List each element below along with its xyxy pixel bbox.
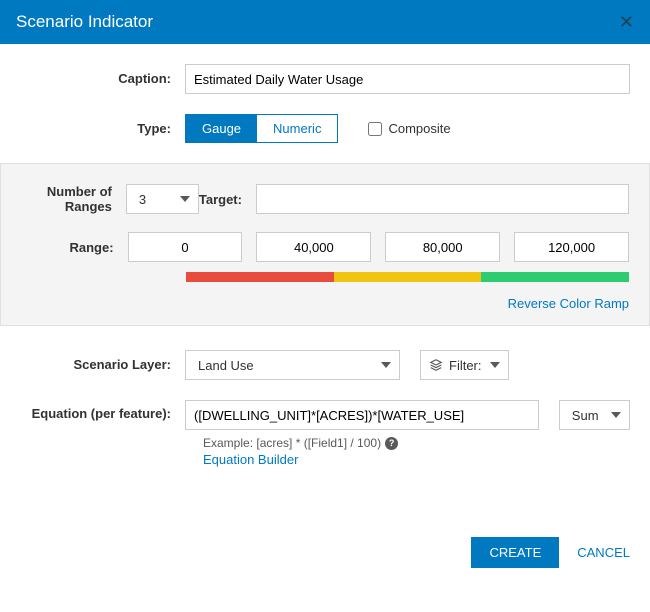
type-label: Type: (20, 121, 185, 137)
dialog-title: Scenario Indicator (16, 12, 153, 32)
type-row: Type: Gauge Numeric Composite (20, 114, 630, 143)
caption-label: Caption: (20, 71, 185, 87)
type-toggle-group: Gauge Numeric (185, 114, 338, 143)
chevron-down-icon (180, 196, 190, 202)
caption-row: Caption: (20, 64, 630, 94)
equation-example: Example: [acres] * ([Field1] / 100) ? (203, 436, 630, 450)
help-icon[interactable]: ? (385, 437, 398, 450)
composite-label: Composite (388, 121, 450, 136)
filter-button[interactable]: Filter: (420, 350, 509, 380)
close-icon[interactable]: ✕ (619, 13, 634, 31)
reverse-color-ramp-link[interactable]: Reverse Color Ramp (21, 296, 629, 311)
dialog-header: Scenario Indicator ✕ (0, 0, 650, 44)
equation-input[interactable] (185, 400, 539, 430)
dialog-content: Caption: Type: Gauge Numeric Composite N… (0, 44, 650, 537)
type-numeric-button[interactable]: Numeric (257, 115, 337, 142)
target-input[interactable] (256, 184, 629, 214)
ranges-panel: Number of Ranges 3 Target: Range: (0, 163, 650, 326)
num-ranges-label: Number of Ranges (21, 184, 126, 214)
range-inputs (128, 232, 629, 262)
equation-builder-link[interactable]: Equation Builder (203, 452, 630, 467)
cancel-button[interactable]: CANCEL (577, 545, 630, 560)
dialog-footer: CREATE CANCEL (0, 537, 650, 588)
type-gauge-button[interactable]: Gauge (186, 115, 257, 142)
num-ranges-select[interactable]: 3 (126, 184, 199, 214)
layers-icon (429, 358, 443, 372)
equation-row: Equation (per feature): Sum (20, 400, 630, 430)
composite-checkbox-wrap[interactable]: Composite (368, 121, 450, 136)
chevron-down-icon (490, 362, 500, 368)
ramp-segment-1 (334, 272, 482, 282)
range-input-1[interactable] (256, 232, 371, 262)
range-input-2[interactable] (385, 232, 500, 262)
aggregation-value: Sum (560, 408, 625, 423)
target-label: Target: (199, 192, 256, 207)
filter-label: Filter: (449, 358, 482, 373)
scenario-layer-label: Scenario Layer: (20, 357, 185, 373)
ramp-segment-2 (481, 272, 629, 282)
scenario-layer-row: Scenario Layer: Land Use Filter: (20, 350, 630, 380)
caption-input[interactable] (185, 64, 630, 94)
chevron-down-icon (381, 362, 391, 368)
equation-label: Equation (per feature): (20, 400, 185, 422)
create-button[interactable]: CREATE (471, 537, 559, 568)
equation-example-text: Example: [acres] * ([Field1] / 100) (203, 436, 381, 450)
num-ranges-value: 3 (127, 192, 172, 207)
aggregation-select[interactable]: Sum (559, 400, 630, 430)
range-input-0[interactable] (128, 232, 243, 262)
composite-checkbox[interactable] (368, 122, 382, 136)
scenario-indicator-dialog: Scenario Indicator ✕ Caption: Type: Gaug… (0, 0, 650, 588)
scenario-layer-value: Land Use (186, 358, 280, 373)
scenario-layer-select[interactable]: Land Use (185, 350, 400, 380)
range-input-3[interactable] (514, 232, 629, 262)
ramp-segment-0 (186, 272, 334, 282)
color-ramp (186, 272, 629, 282)
range-label: Range: (21, 240, 128, 255)
